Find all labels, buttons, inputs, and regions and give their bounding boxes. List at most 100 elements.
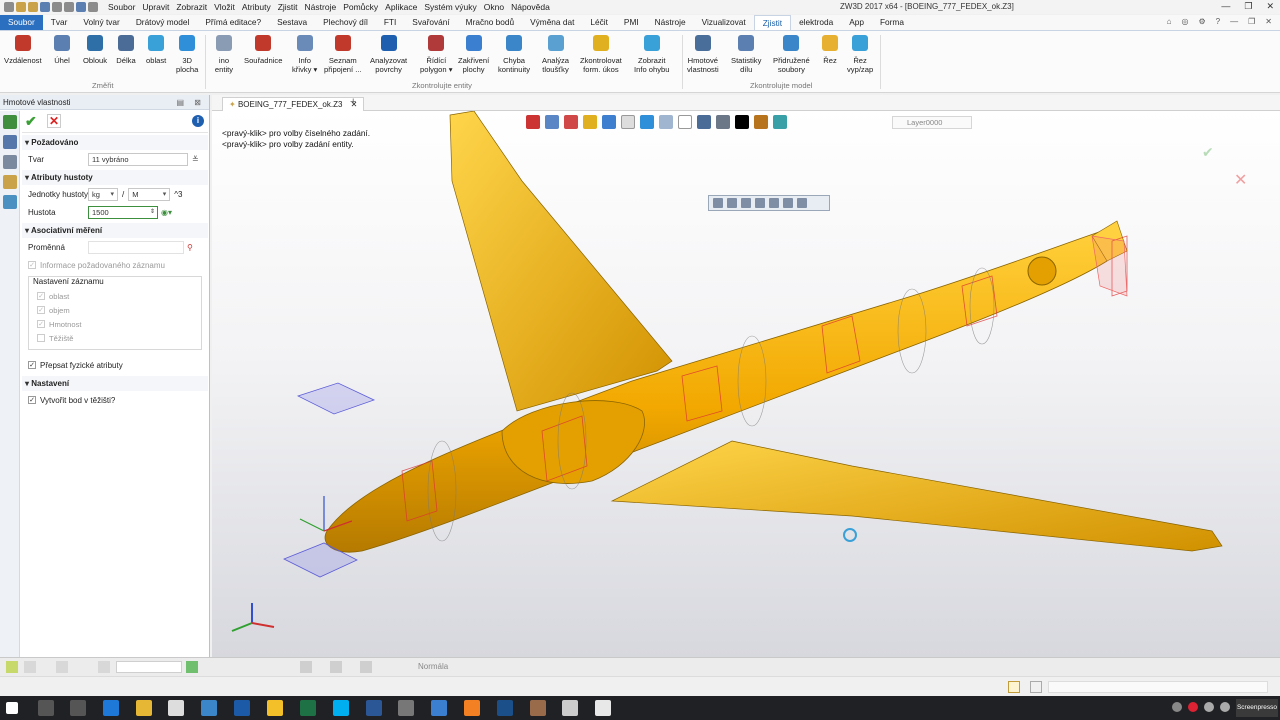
firefox-icon[interactable] bbox=[464, 700, 480, 716]
pick-status-icon[interactable] bbox=[186, 661, 198, 673]
ribbon-button-section-toggle[interactable]: Řez vyp/zap bbox=[847, 33, 873, 74]
app-icon-2[interactable] bbox=[234, 700, 250, 716]
ribbon-tab-13[interactable]: Nástroje bbox=[647, 15, 694, 30]
ribbon-button-3d-surface[interactable]: 3D plocha bbox=[176, 33, 198, 74]
ribbon-tab-3[interactable]: Drátový model bbox=[128, 15, 198, 30]
ribbon-button-arc[interactable]: Oblouk bbox=[83, 33, 107, 65]
log-icon[interactable] bbox=[1030, 681, 1042, 693]
mass-unit-select[interactable]: kg bbox=[88, 187, 118, 201]
shape-expand-icon[interactable]: ≚ bbox=[192, 155, 199, 164]
tray-up-icon[interactable] bbox=[1172, 702, 1182, 712]
viewport-cancel-icon[interactable]: ✕ bbox=[1234, 170, 1247, 189]
ribbon-button-control-polygon[interactable]: Řídící polygon ▾ bbox=[420, 33, 453, 74]
menu-item-4[interactable]: Atributy bbox=[242, 2, 271, 12]
pointer-icon[interactable] bbox=[88, 2, 98, 12]
length-unit-select[interactable]: M bbox=[128, 187, 171, 201]
ribbon-tab-17[interactable]: App bbox=[841, 15, 872, 30]
rec-mass-checkbox[interactable]: ✓ bbox=[37, 320, 45, 328]
ribbon-button-area[interactable]: oblast bbox=[146, 33, 166, 65]
grid-status-icon[interactable] bbox=[56, 661, 68, 673]
menu-item-1[interactable]: Upravit bbox=[142, 2, 169, 12]
ribbon-button-mass-properties[interactable]: Hmotové vlastnosti bbox=[687, 33, 719, 74]
variable-input[interactable] bbox=[88, 240, 184, 254]
skype-icon[interactable] bbox=[333, 700, 349, 716]
section-required[interactable]: Požadováno bbox=[22, 135, 208, 150]
viewport-ok-icon[interactable]: ✔ bbox=[1202, 145, 1214, 161]
zw3d-icon[interactable] bbox=[201, 700, 217, 716]
document-tab[interactable]: ✦ BOEING_777_FEDEX_ok.Z3 ✕ bbox=[222, 97, 365, 111]
new-tab-icon[interactable]: + bbox=[350, 96, 356, 108]
ribbon-tab-0[interactable]: Soubor bbox=[0, 15, 43, 30]
help-chevron-icon[interactable]: ⌂ bbox=[1167, 17, 1172, 26]
layers-icon[interactable] bbox=[3, 175, 17, 189]
restore-icon[interactable]: ❐ bbox=[1244, 1, 1252, 12]
task-view-icon[interactable] bbox=[70, 700, 86, 716]
new-file-icon[interactable] bbox=[16, 2, 26, 12]
rec-area-checkbox[interactable]: ✓ bbox=[37, 292, 45, 300]
save-icon[interactable] bbox=[40, 2, 50, 12]
open-folder-icon[interactable] bbox=[28, 2, 38, 12]
ribbon-button-bend-info[interactable]: Zobrazit Info ohybu bbox=[634, 33, 669, 74]
ribbon-tab-14[interactable]: Vizualizovat bbox=[694, 15, 754, 30]
ribbon-button-coordinates[interactable]: Souřadnice bbox=[244, 33, 282, 65]
rewrite-checkbox[interactable]: ✓ bbox=[28, 361, 36, 369]
tail-engine[interactable] bbox=[1027, 256, 1057, 286]
info-icon[interactable]: i bbox=[192, 115, 204, 127]
ribbon-button-distance[interactable]: Vzdálenost bbox=[4, 33, 42, 65]
left-wing[interactable] bbox=[449, 111, 673, 412]
density-option-icon[interactable]: ◉▾ bbox=[161, 208, 172, 217]
ribbon-button-angle[interactable]: Úhel bbox=[52, 33, 72, 65]
history-icon[interactable] bbox=[3, 135, 17, 149]
menu-item-7[interactable]: Pomůcky bbox=[343, 2, 378, 12]
ribbon-button-length[interactable]: Délka bbox=[116, 33, 136, 65]
menu-item-9[interactable]: Systém výuky bbox=[424, 2, 476, 12]
redo-icon[interactable] bbox=[64, 2, 74, 12]
tail-datum-plane[interactable] bbox=[1091, 235, 1128, 297]
ribbon-tab-9[interactable]: Mračno bodů bbox=[458, 15, 522, 30]
undo-status-icon[interactable] bbox=[24, 661, 36, 673]
shape-field[interactable]: 11 vybráno bbox=[88, 152, 188, 166]
windows-start-icon[interactable] bbox=[6, 702, 18, 714]
search-icon[interactable] bbox=[38, 700, 54, 716]
ribbon-tab-11[interactable]: Léčit bbox=[582, 15, 616, 30]
menu-item-11[interactable]: Nápověda bbox=[511, 2, 550, 12]
tree-icon[interactable] bbox=[3, 115, 17, 129]
volume-icon[interactable] bbox=[1220, 702, 1230, 712]
network-icon[interactable] bbox=[1204, 702, 1214, 712]
ribbon-button-section[interactable]: Řez bbox=[820, 33, 840, 65]
spinner-icon[interactable]: ⇕ bbox=[150, 207, 155, 218]
ribbon-tab-1[interactable]: Tvar bbox=[43, 15, 76, 30]
app-icon-5[interactable] bbox=[530, 700, 546, 716]
ribbon-tab-4[interactable]: Přímá editace? bbox=[197, 15, 269, 30]
menu-item-10[interactable]: Okno bbox=[484, 2, 504, 12]
density-input[interactable]: 1500 ⇕ bbox=[88, 205, 158, 219]
ribbon-tab-10[interactable]: Výměna dat bbox=[522, 15, 582, 30]
app-logo-icon[interactable] bbox=[4, 2, 14, 12]
minimize-icon[interactable]: — bbox=[1221, 1, 1230, 12]
mode-status-icon[interactable] bbox=[360, 661, 372, 673]
section-settings[interactable]: Nastavení bbox=[22, 376, 208, 391]
ribbon-button-related-files[interactable]: Přidružené soubory bbox=[773, 33, 810, 74]
store-icon[interactable] bbox=[168, 700, 184, 716]
ribbon-tab-7[interactable]: FTI bbox=[376, 15, 404, 30]
section-density[interactable]: Atributy hustoty bbox=[22, 170, 208, 185]
menu-item-2[interactable]: Zobrazit bbox=[176, 2, 207, 12]
menu-item-6[interactable]: Nástroje bbox=[305, 2, 337, 12]
ribbon-button-draft-check[interactable]: Zkontrolovat form. úkos bbox=[580, 33, 622, 74]
command-input[interactable] bbox=[1048, 681, 1268, 693]
message-icon[interactable] bbox=[1008, 681, 1020, 693]
help-icon[interactable]: ? bbox=[1216, 17, 1220, 26]
centroid-marker[interactable] bbox=[843, 528, 857, 542]
aircraft-model[interactable]: ✔ ✕ bbox=[212, 111, 1280, 657]
ribbon-button-thickness[interactable]: Analýza tloušťky bbox=[542, 33, 569, 74]
undo-icon[interactable] bbox=[52, 2, 62, 12]
datum-plane-1[interactable] bbox=[296, 382, 376, 415]
ribbon-button-part-stats[interactable]: Statistiky dílu bbox=[731, 33, 761, 74]
folder-icon[interactable] bbox=[267, 700, 283, 716]
ribbon-button-curvature[interactable]: Zakřivení plochy bbox=[458, 33, 489, 74]
menu-item-8[interactable]: Aplikace bbox=[385, 2, 417, 12]
explorer-icon[interactable] bbox=[136, 700, 152, 716]
rec-centroid-checkbox[interactable] bbox=[37, 334, 45, 342]
photos-icon[interactable] bbox=[562, 700, 578, 716]
ribbon-button-curve-info[interactable]: Info křivky ▾ bbox=[292, 33, 317, 74]
